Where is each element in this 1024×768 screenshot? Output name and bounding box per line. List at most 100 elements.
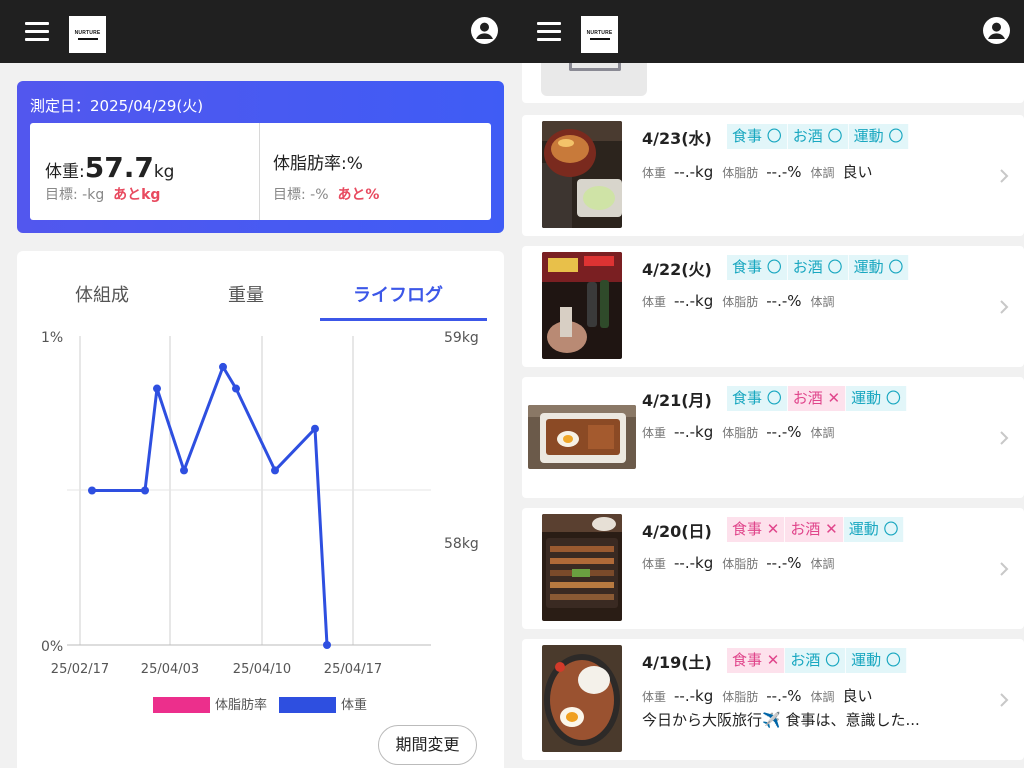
previous-entry-partial[interactable] <box>522 63 1024 103</box>
tag-exercise: 運動 〇 <box>846 648 907 673</box>
entry-memo: 今日から大阪旅行✈️ 食事は、意識した... <box>642 711 920 729</box>
legend-label-weight: 体重 <box>341 697 367 713</box>
entry-date: 4/19(土) <box>642 653 712 672</box>
habit-tags: 食事 ✕ お酒 〇 運動 〇 <box>727 648 907 673</box>
nurture-logo[interactable]: NURTURE <box>69 16 106 53</box>
x-tick: 25/04/03 <box>141 662 199 677</box>
weight-value: 57.7 <box>84 151 154 184</box>
entry-date: 4/21(月) <box>642 391 712 410</box>
chevron-right-icon <box>1000 431 1009 445</box>
list-item[interactable]: 4/23(水) 食事 〇 お酒 〇 運動 〇 体重 --.-kg 体脂肪 --.-% 体… <box>522 115 1024 236</box>
measurement-values: 体重:57.7kg 目標: -kg あとkg 体脂肪率:% 目標: -% あと% <box>30 123 491 220</box>
habit-tags: 食事 〇 お酒 〇 運動 〇 <box>727 255 910 280</box>
top-bar: NURTURE <box>512 0 1024 63</box>
tag-alcohol: お酒 ✕ <box>787 386 847 411</box>
stat-condition: 良い <box>842 687 873 705</box>
measurement-card: 測定日：2025/04/29(火) 体重:57.7kg 目標: -kg あとkg… <box>17 81 504 233</box>
weight-point <box>271 466 279 475</box>
tag-meal: 食事 ✕ <box>727 517 786 542</box>
tag-meal: 食事 〇 <box>727 255 788 280</box>
stat-label-fat: 体脂肪 <box>722 166 759 180</box>
weight-label: 体重: <box>45 162 85 182</box>
hamburger-menu-icon[interactable] <box>25 22 49 41</box>
chevron-right-icon <box>1000 169 1009 183</box>
measurement-date: 測定日：2025/04/29(火) <box>30 97 204 115</box>
stat-label-weight: 体重 <box>642 295 667 309</box>
legend-label-fat: 体脂肪率 <box>215 697 267 713</box>
list-item[interactable]: 4/22(火) 食事 〇 お酒 〇 運動 〇 体重 --.-kg 体脂肪 --.-% 体… <box>522 246 1024 367</box>
weight-point <box>232 384 240 393</box>
weight-point <box>311 424 319 433</box>
y-right-tick: 58kg <box>444 536 479 552</box>
entry-stats: 体重 --.-kg 体脂肪 --.-% 体調 良い <box>642 685 873 706</box>
stat-label-weight: 体重 <box>642 557 667 571</box>
stat-fat: --.-% <box>766 687 802 705</box>
meal-photo <box>542 645 622 752</box>
photo-placeholder-icon <box>541 63 647 96</box>
x-tick: 25/02/17 <box>51 662 109 677</box>
lifelog-chart: 1% 0% 59kg 58kg 25/02/17 25/04/03 25/04/… <box>41 330 479 713</box>
habit-tags: 食事 〇 お酒 ✕ 運動 〇 <box>727 386 907 411</box>
weight-line <box>92 365 329 646</box>
change-period-button[interactable]: 期間変更 <box>378 725 477 765</box>
meal-photo <box>542 514 622 621</box>
account-icon[interactable] <box>983 17 1010 44</box>
list-item[interactable]: 4/19(土) 食事 ✕ お酒 〇 運動 〇 体重 --.-kg 体脂肪 --.-% 体… <box>522 639 1024 760</box>
entry-stats: 体重 --.-kg 体脂肪 --.-% 体調 <box>642 292 843 310</box>
fat-remaining: あと% <box>337 187 380 203</box>
weight-unit: kg <box>153 162 175 182</box>
stat-label-condition: 体調 <box>810 557 835 571</box>
weight-point <box>219 362 227 371</box>
stat-fat: --.-% <box>766 423 802 441</box>
stat-label-fat: 体脂肪 <box>722 690 759 704</box>
weight-point <box>141 486 149 495</box>
tag-alcohol: お酒 〇 <box>787 255 849 280</box>
weight-remaining: あとkg <box>113 187 161 203</box>
y-left-tick: 0% <box>41 639 63 655</box>
stat-label-weight: 体重 <box>642 166 667 180</box>
chevron-right-icon <box>1000 300 1009 314</box>
fat-goal-row: 目標: -% あと% <box>273 184 379 204</box>
stat-weight: --.-kg <box>674 554 714 572</box>
stat-label-condition: 体調 <box>810 166 835 180</box>
weight-point <box>153 384 161 393</box>
legend-swatch-weight <box>279 697 336 713</box>
entry-stats: 体重 --.-kg 体脂肪 --.-% 体調 <box>642 554 843 572</box>
tag-meal: 食事 〇 <box>727 386 788 411</box>
stat-condition: 良い <box>842 163 873 181</box>
x-tick: 25/04/10 <box>233 662 291 677</box>
chart-card: 体組成 重量 ライフログ 1% 0% 59kg 58kg 25/02/17 25… <box>17 251 504 768</box>
stat-weight: --.-kg <box>674 687 714 705</box>
list-item[interactable]: 4/21(月) 食事 〇 お酒 ✕ 運動 〇 体重 --.-kg 体脂肪 --.-% 体… <box>522 377 1024 498</box>
divider <box>259 123 260 220</box>
nurture-logo[interactable]: NURTURE <box>581 16 618 53</box>
top-bar: NURTURE <box>0 0 512 63</box>
meal-photo <box>542 121 622 228</box>
habit-tags: 食事 〇 お酒 〇 運動 〇 <box>727 124 910 149</box>
meal-photo <box>528 405 636 469</box>
tag-meal: 食事 〇 <box>727 124 788 149</box>
chevron-right-icon <box>1000 562 1009 576</box>
entry-date: 4/23(水) <box>642 129 712 148</box>
weight-point <box>180 466 188 475</box>
weight-goal-row: 目標: -kg あとkg <box>45 184 160 204</box>
body-composition-screen: NURTURE 測定日：2025/04/29(火) 体重:57.7kg 目標: … <box>0 0 512 768</box>
stat-label-condition: 体調 <box>810 426 835 440</box>
hamburger-menu-icon[interactable] <box>537 22 561 41</box>
account-icon[interactable] <box>471 17 498 44</box>
stat-weight: --.-kg <box>674 292 714 310</box>
entry-date: 4/22(火) <box>642 260 712 279</box>
stat-label-fat: 体脂肪 <box>722 295 759 309</box>
x-tick: 25/04/17 <box>324 662 382 677</box>
meal-photo <box>542 252 622 359</box>
tag-exercise: 運動 〇 <box>848 255 910 280</box>
y-right-tick: 59kg <box>444 330 479 346</box>
list-item[interactable]: 4/20(日) 食事 ✕ お酒 ✕ 運動 〇 体重 --.-kg 体脂肪 --.-% 体… <box>522 508 1024 629</box>
tag-alcohol: お酒 ✕ <box>785 517 844 542</box>
stat-label-weight: 体重 <box>642 690 667 704</box>
stat-label-condition: 体調 <box>810 690 835 704</box>
legend-swatch-fat <box>153 697 210 713</box>
stat-fat: --.-% <box>766 292 802 310</box>
entry-stats: 体重 --.-kg 体脂肪 --.-% 体調 <box>642 423 843 441</box>
stat-label-condition: 体調 <box>810 295 835 309</box>
